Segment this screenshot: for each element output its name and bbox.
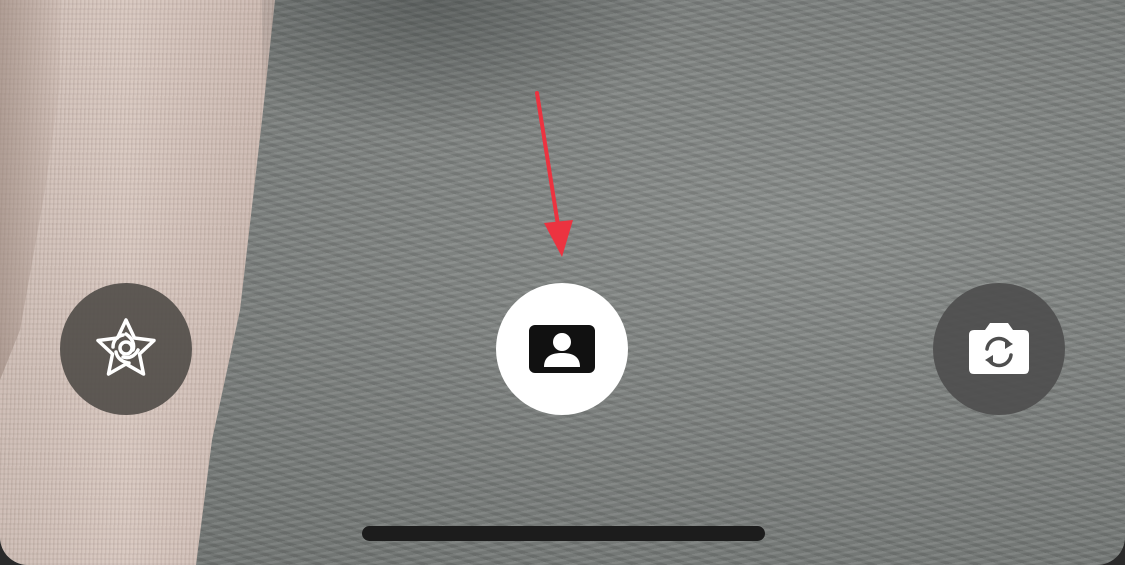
fold-shadow [262, 0, 682, 140]
camera-viewfinder [0, 0, 1125, 565]
shutter-button[interactable] [496, 283, 628, 415]
camera-flip-icon [963, 319, 1035, 379]
star-effects-icon [91, 314, 161, 384]
effects-button[interactable] [60, 283, 192, 415]
red-annotation-arrow [535, 91, 573, 257]
flip-camera-button[interactable] [933, 283, 1065, 415]
home-indicator[interactable] [362, 526, 765, 541]
person-card-icon [528, 323, 596, 375]
